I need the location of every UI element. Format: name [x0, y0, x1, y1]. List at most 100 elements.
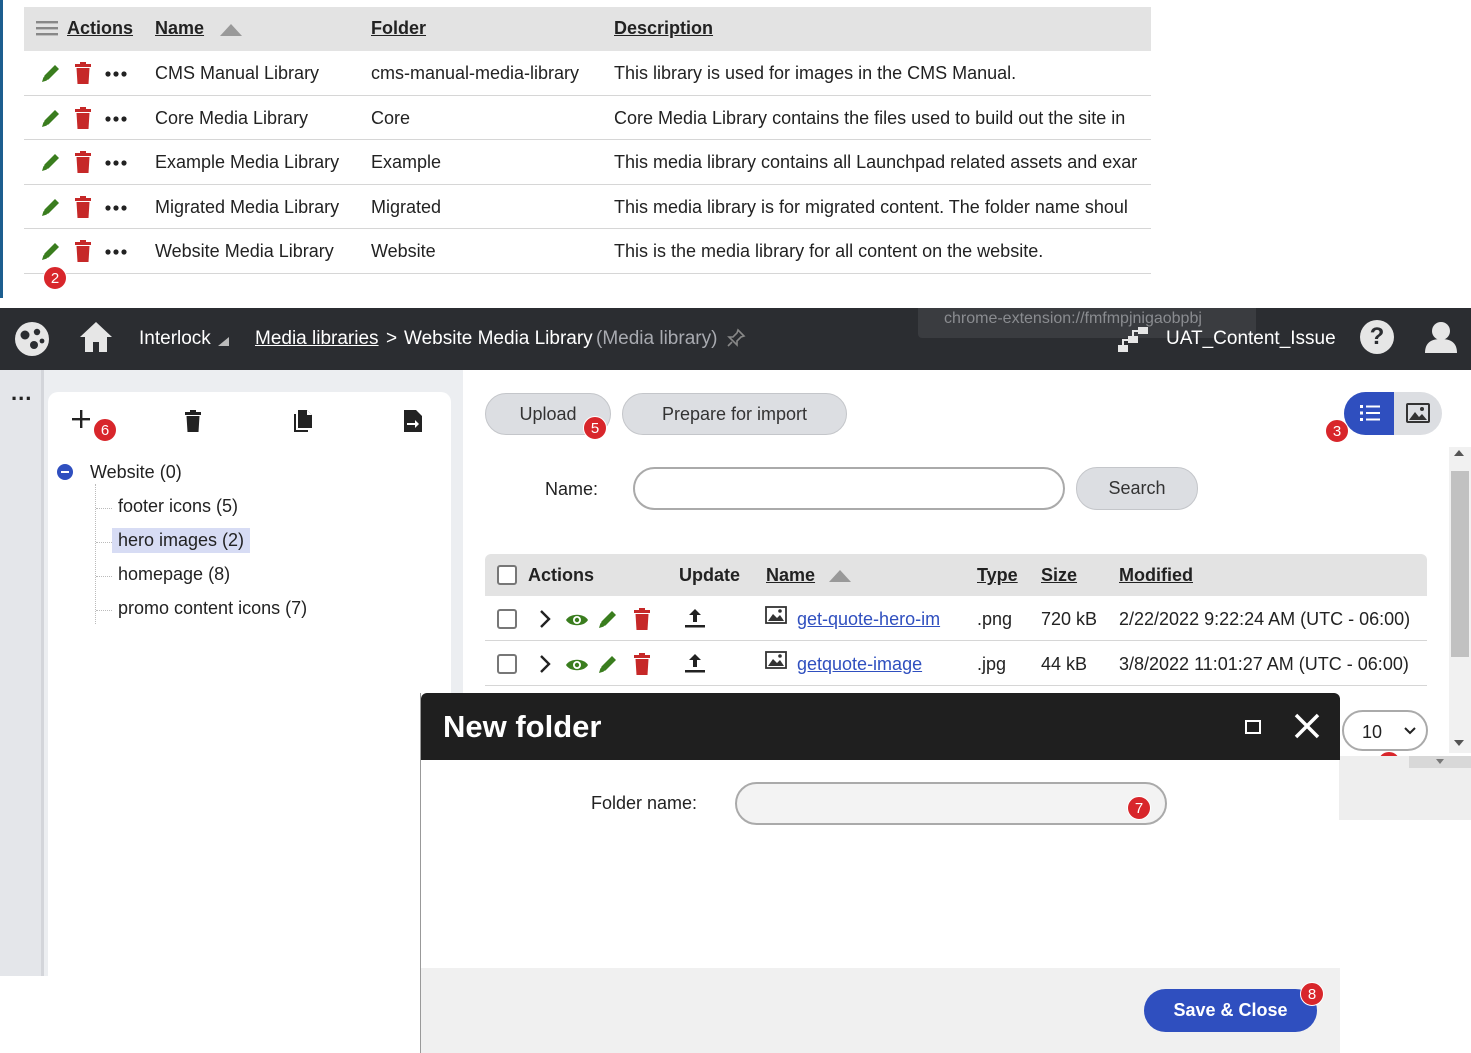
- library-description: This media library is for migrated conte…: [614, 196, 1128, 217]
- library-name: CMS Manual Library: [155, 63, 320, 83]
- chevron-right-icon[interactable]: [539, 654, 551, 674]
- home-icon[interactable]: [78, 320, 114, 354]
- library-row[interactable]: Migrated Media Library Migrated This media…: [24, 185, 1151, 229]
- breadcrumb-current: Website Media Library: [404, 328, 593, 349]
- col-header-folder[interactable]: Folder: [371, 18, 426, 39]
- trash-icon[interactable]: [634, 608, 650, 630]
- pencil-icon[interactable]: [40, 107, 62, 129]
- file-row[interactable]: getquote-image .jpg 44 kB 3/8/2022 11:01:27…: [485, 641, 1427, 686]
- scroll-thumb[interactable]: [1451, 471, 1469, 657]
- new-folder-dialog: New folder Folder name: 7 Save & Close 8: [420, 693, 1340, 1053]
- site-switcher-caret-icon[interactable]: [218, 337, 229, 346]
- select-all-checkbox[interactable]: [497, 565, 517, 585]
- sitemap-icon[interactable]: [1116, 325, 1150, 353]
- dialog-titlebar[interactable]: New folder: [421, 693, 1340, 760]
- pencil-icon[interactable]: [597, 608, 619, 630]
- row-checkbox[interactable]: [497, 654, 517, 674]
- pencil-icon[interactable]: [40, 151, 62, 173]
- upload-icon[interactable]: [684, 608, 706, 628]
- list-view-icon: [1360, 404, 1380, 422]
- folder-tree-panel: 6 Website (0) footer icons (5) hero image…: [44, 370, 463, 976]
- col-header-description[interactable]: Description: [614, 18, 713, 39]
- library-row[interactable]: Core Media Library Core Core Media Library…: [24, 96, 1151, 140]
- col-header-size[interactable]: Size: [1041, 565, 1077, 586]
- col-header-name[interactable]: Name: [155, 18, 204, 39]
- tree-node-folder[interactable]: homepage (8): [112, 562, 236, 587]
- hamburger-icon[interactable]: [36, 20, 58, 36]
- more-icon[interactable]: [105, 71, 127, 77]
- collapse-icon[interactable]: [57, 464, 73, 480]
- more-icon[interactable]: [105, 204, 127, 211]
- more-icon[interactable]: ...: [11, 382, 32, 404]
- col-header-actions[interactable]: Actions: [67, 18, 133, 39]
- maximize-icon[interactable]: [1245, 720, 1261, 734]
- trash-icon[interactable]: [634, 653, 650, 675]
- file-row[interactable]: get-quote-hero-im .png 720 kB 2/22/2022 9:2…: [485, 596, 1427, 641]
- folder-name-label: Folder name:: [591, 793, 698, 813]
- copy-icon[interactable]: [294, 410, 312, 432]
- user-context-label[interactable]: UAT_Content_Issue: [1166, 328, 1336, 350]
- trash-icon[interactable]: [75, 106, 91, 129]
- pencil-icon[interactable]: [597, 653, 619, 675]
- grid-view-icon[interactable]: [1406, 403, 1430, 423]
- tree-node-folder[interactable]: promo content icons (7): [112, 596, 313, 621]
- pencil-icon[interactable]: [40, 62, 62, 84]
- eye-icon[interactable]: [565, 657, 589, 673]
- col-header-type[interactable]: Type: [977, 565, 1018, 586]
- file-modified: 2/22/2022 9:22:24 AM (UTC - 06:00): [1119, 609, 1411, 629]
- folder-name-input[interactable]: [735, 782, 1167, 825]
- file-name-link[interactable]: get-quote-hero-im: [797, 609, 940, 630]
- breadcrumb-link[interactable]: Media libraries: [255, 328, 379, 350]
- trash-icon[interactable]: [75, 151, 91, 173]
- library-row[interactable]: CMS Manual Library cms-manual-media-libra…: [24, 51, 1151, 96]
- site-switcher[interactable]: Interlock: [139, 328, 211, 350]
- library-table: Actions Name Folder Description CMS Manu…: [24, 7, 1151, 274]
- col-header-name[interactable]: Name: [766, 565, 815, 586]
- user-icon[interactable]: [1424, 320, 1458, 354]
- scrollbar[interactable]: [1449, 447, 1471, 753]
- tree-node-folder[interactable]: hero images (2): [112, 528, 251, 553]
- col-header-update: Update: [679, 565, 741, 585]
- name-search-input[interactable]: [633, 467, 1065, 510]
- chevron-right-icon[interactable]: [539, 609, 551, 629]
- library-list-section: Actions Name Folder Description CMS Manu…: [0, 0, 1471, 298]
- chevron-down-icon: [1404, 727, 1416, 735]
- plus-icon[interactable]: [72, 410, 90, 428]
- pencil-icon[interactable]: [40, 240, 62, 262]
- library-name: Example Media Library: [155, 152, 340, 172]
- close-icon[interactable]: [1293, 712, 1321, 740]
- trash-icon[interactable]: [185, 410, 201, 432]
- page-size-select[interactable]: 10: [1342, 710, 1428, 751]
- tree-node-folder[interactable]: footer icons (5): [112, 494, 244, 519]
- prepare-import-button[interactable]: Prepare for import: [622, 393, 847, 435]
- library-row[interactable]: Website Media Library Website This is the …: [24, 229, 1151, 274]
- trash-icon[interactable]: [75, 195, 91, 218]
- dialog-title: New folder: [443, 709, 602, 744]
- help-icon[interactable]: ?: [1360, 320, 1394, 354]
- move-icon[interactable]: [404, 410, 422, 432]
- scroll-up-icon[interactable]: [1454, 450, 1464, 456]
- library-description: This library is used for images in the C…: [614, 63, 1017, 83]
- more-icon[interactable]: [105, 160, 127, 166]
- library-row[interactable]: Example Media Library Example This media l…: [24, 140, 1151, 185]
- pin-icon[interactable]: [726, 328, 746, 348]
- list-view-button[interactable]: [1344, 392, 1394, 435]
- col-header-actions: Actions: [528, 565, 595, 585]
- tree-node-root[interactable]: Website (0): [90, 462, 182, 483]
- save-close-button[interactable]: Save & Close: [1144, 989, 1317, 1032]
- more-icon[interactable]: [105, 249, 127, 255]
- trash-icon[interactable]: [75, 240, 91, 262]
- logo-icon[interactable]: [14, 321, 50, 357]
- file-type: .png: [977, 609, 1013, 629]
- trash-icon[interactable]: [75, 62, 91, 84]
- scroll-down-icon[interactable]: [1454, 740, 1464, 746]
- file-name-link[interactable]: getquote-image: [797, 654, 922, 675]
- more-icon[interactable]: [105, 115, 127, 122]
- row-checkbox[interactable]: [497, 609, 517, 629]
- search-button[interactable]: Search: [1076, 467, 1198, 510]
- breadcrumb-type: (Media library): [596, 328, 718, 349]
- pencil-icon[interactable]: [40, 196, 62, 218]
- eye-icon[interactable]: [565, 612, 589, 628]
- col-header-modified[interactable]: Modified: [1119, 565, 1193, 586]
- upload-icon[interactable]: [684, 653, 706, 673]
